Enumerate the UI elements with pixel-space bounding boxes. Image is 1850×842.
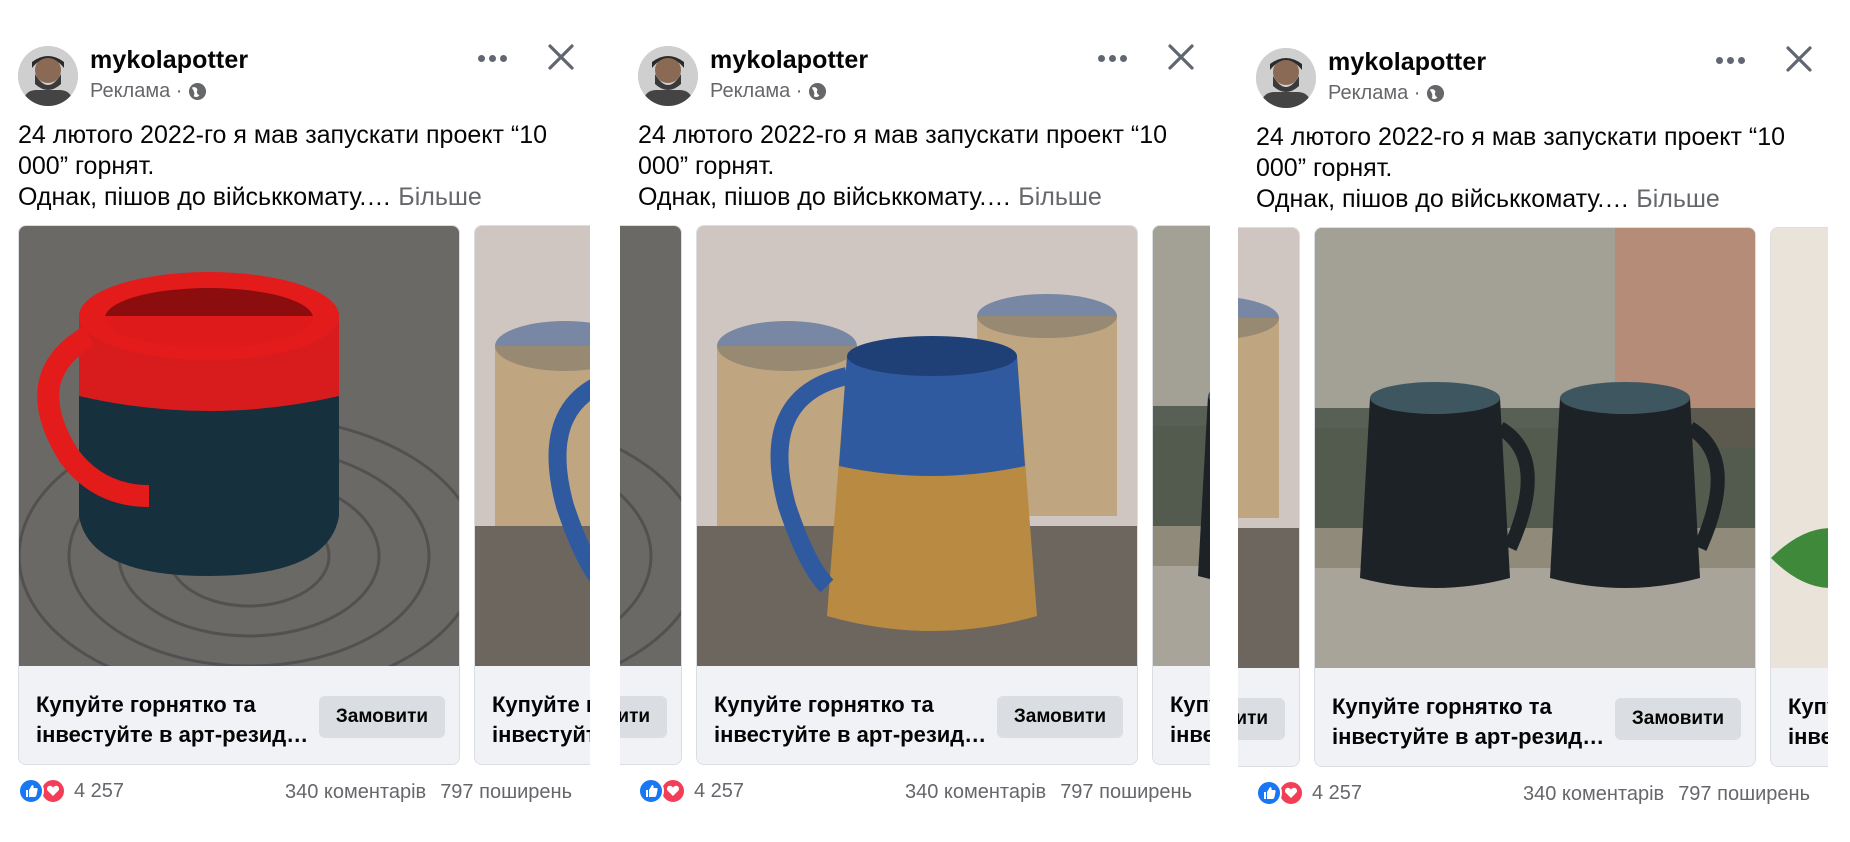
post-text-line: Однак, пішов до військкомату.… [18, 183, 392, 211]
sponsored-text: Реклама · [90, 80, 183, 102]
post-text-line: 000” горнят. [638, 152, 775, 180]
card-footer: Купуйте горнятко та інвестуйте в арт-рез… [475, 666, 590, 764]
ad-post: mykolapotter Реклама · 24 лютого 2022-го… [1238, 2, 1828, 842]
sponsored-text: Реклама · [1328, 82, 1421, 104]
avatar[interactable] [638, 46, 698, 106]
see-more-link[interactable]: Більше [398, 183, 482, 211]
close-icon[interactable] [1166, 42, 1196, 72]
card-title: Купуйте горнятко та інвестуйте в арт-рез… [1170, 692, 1210, 747]
sponsored-text: Реклама · [710, 80, 803, 102]
comments-count[interactable]: 340 коментарів [905, 781, 1046, 804]
post-text: 24 лютого 2022-го я мав запускати проект… [18, 120, 578, 213]
like-icon [1256, 780, 1282, 806]
stats: 340 коментарів 797 поширень [905, 781, 1192, 804]
order-button[interactable]: Замовити [997, 696, 1123, 738]
order-button[interactable]: Замовити [1615, 698, 1741, 740]
close-icon[interactable] [546, 42, 576, 72]
post-text-line: 24 лютого 2022-го я мав запускати проект… [18, 121, 548, 149]
post-text: 24 лютого 2022-го я мав запускати проект… [1256, 122, 1816, 215]
card-footer: Купуйте горнятко та інвестуйте в арт-рез… [697, 666, 1137, 764]
reactions-count: 4 257 [74, 779, 125, 802]
sponsored-label: Реклама · [90, 80, 207, 103]
product-photo[interactable] [1153, 226, 1210, 666]
avatar[interactable] [18, 46, 78, 106]
more-options-icon[interactable] [1094, 44, 1130, 72]
globe-icon [189, 82, 207, 101]
post-text-line: 24 лютого 2022-го я мав запускати проект… [638, 121, 1168, 149]
reactions[interactable]: 4 257 [1256, 780, 1362, 806]
post-text: 24 лютого 2022-го я мав запускати проект… [638, 120, 1198, 213]
stats: 340 коментарів 797 поширень [285, 781, 572, 804]
reactions[interactable]: 4 257 [638, 778, 744, 804]
post-text-line: Однак, пішов до військкомату.… [638, 183, 1012, 211]
post-text-line: 000” горнят. [18, 152, 155, 180]
carousel[interactable]: Купуйте горнятко та інвестуйте в арт-рез… [0, 225, 590, 765]
sponsored-label: Реклама · [710, 80, 827, 103]
card-footer: Замовити [620, 666, 681, 764]
stats: 340 коментарів 797 поширень [1523, 783, 1810, 806]
product-photo[interactable] [697, 226, 1138, 666]
carousel[interactable]: Замовити Купуйте горнятко та інвестуйте … [620, 225, 1210, 765]
order-button[interactable]: Замовити [620, 696, 667, 738]
engagement-bar: 4 257 340 коментарів 797 поширень [1238, 780, 1828, 820]
card-title: Купуйте горнятко та інвестуйте в арт-рез… [714, 692, 984, 747]
carousel-card[interactable]: Купуйте горнятко та інвестуйте в арт-рез… [18, 225, 460, 765]
carousel-card[interactable]: Купуйте горнятко та інвестуйте в арт-рез… [1152, 225, 1210, 765]
like-icon [18, 778, 44, 804]
engagement-bar: 4 257 340 коментарів 797 поширень [620, 778, 1210, 818]
product-photo[interactable] [19, 226, 460, 666]
product-photo[interactable] [1771, 228, 1828, 668]
globe-icon [809, 82, 827, 101]
comments-count[interactable]: 340 коментарів [1523, 783, 1664, 806]
carousel-card[interactable]: Купуйте горнятко та інвестуйте в арт-рез… [474, 225, 590, 765]
product-photo[interactable] [1238, 228, 1300, 668]
close-icon[interactable] [1784, 44, 1814, 74]
reactions[interactable]: 4 257 [18, 778, 124, 804]
reactions-count: 4 257 [694, 779, 745, 802]
post-text-line: 000” горнят. [1256, 154, 1393, 182]
card-footer: Купуйте горнятко та інвестуйте в арт-рез… [1153, 666, 1210, 764]
carousel-card[interactable]: Купуйте горнятко та інвестуйте в арт-рез… [696, 225, 1138, 765]
order-button[interactable]: Замовити [319, 696, 445, 738]
shares-count[interactable]: 797 поширень [1060, 781, 1192, 804]
comments-count[interactable]: 340 коментарів [285, 781, 426, 804]
card-title: Купуйте горнятко та інвестуйте в арт-рез… [492, 692, 590, 747]
carousel-card[interactable]: Купуйте горнятко та інвестуйте в арт-рез… [1314, 227, 1756, 767]
author-name[interactable]: mykolapotter [90, 46, 248, 75]
ad-post: mykolapotter Реклама · 24 лютого 2022-го… [620, 0, 1210, 842]
post-text-line: 24 лютого 2022-го я мав запускати проект… [1256, 123, 1786, 151]
author-name[interactable]: mykolapotter [710, 46, 868, 75]
post-text-line: Однак, пішов до військкомату.… [1256, 185, 1630, 213]
card-footer: Купуйте горнятко та інвестуйте в арт-рез… [1771, 668, 1828, 766]
author-name[interactable]: mykolapotter [1328, 48, 1486, 77]
carousel-card[interactable]: Замовити [620, 225, 682, 765]
more-options-icon[interactable] [1712, 46, 1748, 74]
reactions-count: 4 257 [1312, 781, 1363, 804]
card-title: Купуйте горнятко та інвестуйте в арт-рез… [36, 692, 306, 747]
product-photo[interactable] [475, 226, 590, 666]
shares-count[interactable]: 797 поширень [1678, 783, 1810, 806]
product-photo[interactable] [620, 226, 682, 666]
card-title: Купуйте горнятко та інвестуйте в арт-рез… [1788, 694, 1828, 749]
order-button[interactable]: Замовити [1238, 698, 1285, 740]
ad-post: mykolapotter Реклама · 24 лютого 2022-го… [0, 0, 590, 842]
shares-count[interactable]: 797 поширень [440, 781, 572, 804]
sponsored-label: Реклама · [1328, 82, 1445, 105]
card-footer: Замовити [1238, 668, 1299, 766]
carousel-card[interactable]: Замовити [1238, 227, 1300, 767]
product-photo[interactable] [1315, 228, 1756, 668]
card-title: Купуйте горнятко та інвестуйте в арт-рез… [1332, 694, 1602, 749]
globe-icon [1427, 84, 1445, 103]
see-more-link[interactable]: Більше [1636, 185, 1720, 213]
card-footer: Купуйте горнятко та інвестуйте в арт-рез… [19, 666, 459, 764]
like-icon [638, 778, 664, 804]
more-options-icon[interactable] [474, 44, 510, 72]
see-more-link[interactable]: Більше [1018, 183, 1102, 211]
card-footer: Купуйте горнятко та інвестуйте в арт-рез… [1315, 668, 1755, 766]
avatar[interactable] [1256, 48, 1316, 108]
carousel[interactable]: Замовити Купуйте горнятко та інвестуйте … [1238, 227, 1828, 767]
carousel-card[interactable]: Купуйте горнятко та інвестуйте в арт-рез… [1770, 227, 1828, 767]
engagement-bar: 4 257 340 коментарів 797 поширень [0, 778, 590, 818]
